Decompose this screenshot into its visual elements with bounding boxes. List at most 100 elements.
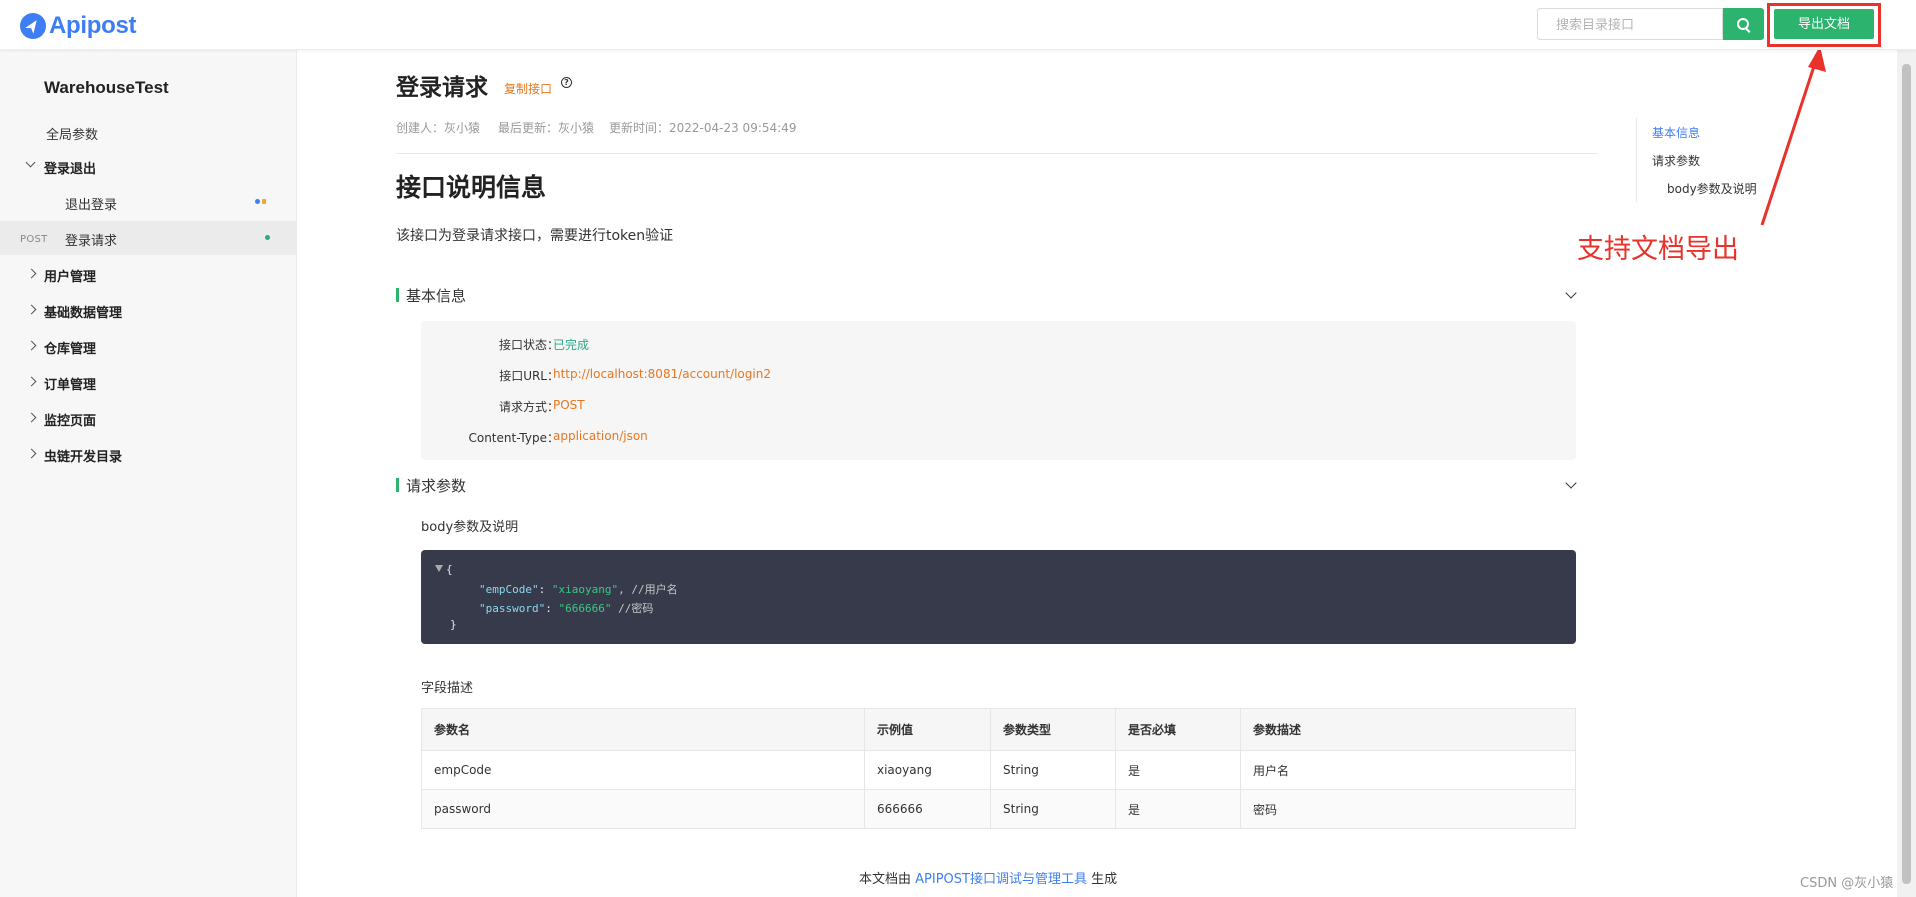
- status-dot-icon: [265, 235, 270, 240]
- chevron-right-icon: [26, 448, 37, 459]
- basic-info-panel: 接口状态： 已完成 接口URL： http://localhost:8081/a…: [421, 321, 1576, 460]
- sidebar-item-label: 用户管理: [44, 270, 97, 285]
- info-value: application/json: [553, 429, 648, 443]
- help-icon[interactable]: ?: [561, 77, 572, 88]
- table-cell: xiaoyang: [864, 750, 991, 790]
- fields-title: 字段描述: [421, 681, 474, 696]
- search-input[interactable]: [1537, 8, 1723, 40]
- method-badge: POST: [20, 234, 48, 245]
- sidebar-item-label: 登录退出: [44, 162, 97, 177]
- scrollbar-thumb[interactable]: [1902, 64, 1911, 884]
- apipost-link[interactable]: APIPOST接口调试与管理工具: [915, 872, 1087, 887]
- table-row: empCode xiaoyang String 是 用户名: [421, 750, 1576, 790]
- code-open-brace: {: [446, 563, 453, 576]
- rocket-icon: [20, 13, 46, 39]
- chevron-down-icon: [25, 157, 36, 168]
- sidebar-folder-login-logout[interactable]: 登录退出: [0, 149, 296, 183]
- sidebar-item-login-request[interactable]: POST 登录请求: [0, 221, 296, 255]
- sidebar-folder-warehouse[interactable]: 仓库管理: [0, 329, 296, 363]
- sidebar-item-label: 全局参数: [46, 128, 99, 143]
- column-header: 参数类型: [990, 708, 1116, 751]
- api-description: 该接口为登录请求接口，需要进行token验证: [396, 228, 674, 244]
- table-cell: empCode: [421, 750, 865, 790]
- column-header: 示例值: [864, 708, 991, 751]
- table-row: password 666666 String 是 密码: [421, 789, 1576, 829]
- updater-text: 最后更新：灰小猿: [498, 121, 595, 135]
- footer-prefix: 本文档由: [859, 872, 912, 887]
- sidebar-folder-basic-data[interactable]: 基础数据管理: [0, 293, 296, 327]
- code-line: "password": "666666" //密码: [479, 602, 654, 615]
- export-doc-button[interactable]: 导出文档: [1774, 9, 1874, 39]
- divider: [396, 153, 1598, 154]
- sidebar-item-label: 仓库管理: [44, 342, 97, 357]
- sidebar-item-global-params[interactable]: 全局参数: [0, 115, 296, 149]
- info-key: 接口URL：: [499, 369, 559, 383]
- basic-info-heading[interactable]: 基本信息: [396, 285, 466, 306]
- footer: 本文档由 APIPOST接口调试与管理工具 生成: [859, 868, 1117, 887]
- column-header: 是否必填: [1115, 708, 1241, 751]
- collapse-triangle-icon[interactable]: [435, 565, 443, 572]
- annotation-text: 支持文档导出: [1577, 234, 1739, 265]
- body-params-title: body参数及说明: [421, 520, 519, 535]
- code-line: "empCode": "xiaoyang", //用户名: [479, 583, 678, 596]
- updated-time-text: 更新时间：2022-04-23 09:54:49: [609, 121, 797, 135]
- request-params-heading[interactable]: 请求参数: [396, 475, 466, 496]
- sidebar-item-label: 订单管理: [44, 378, 97, 393]
- sidebar-item-logout[interactable]: 退出登录: [0, 185, 296, 219]
- info-key: 接口状态：: [498, 338, 559, 352]
- code-close-brace: }: [450, 618, 457, 631]
- chevron-down-icon[interactable]: [1565, 287, 1577, 299]
- footer-suffix: 生成: [1091, 872, 1118, 887]
- chevron-down-icon[interactable]: [1565, 477, 1577, 489]
- table-cell: 用户名: [1240, 750, 1576, 790]
- toc-item-body-params[interactable]: body参数及说明: [1667, 180, 1757, 197]
- project-title: WarehouseTest: [44, 78, 169, 97]
- chevron-right-icon: [26, 412, 37, 423]
- section-title: 接口说明信息: [396, 173, 547, 202]
- annotation-arrow-icon: [1760, 46, 1826, 226]
- table-cell: String: [990, 789, 1116, 829]
- sidebar: WarehouseTest 全局参数 登录退出 退出登录 POST 登录请求 用…: [0, 50, 297, 897]
- info-value: POST: [553, 398, 585, 412]
- sidebar-folder-dev[interactable]: 虫链开发目录: [0, 437, 296, 471]
- logo-text: Apipost: [49, 12, 137, 39]
- sidebar-item-label: 登录请求: [65, 234, 118, 249]
- watermark: CSDN @灰小猿: [1800, 876, 1894, 891]
- page-title: 登录请求: [396, 75, 488, 101]
- table-header-row: 参数名 示例值 参数类型 是否必填 参数描述: [421, 708, 1576, 751]
- table-cell: 密码: [1240, 789, 1576, 829]
- sidebar-item-label: 虫链开发目录: [44, 450, 123, 465]
- sidebar-item-label: 基础数据管理: [44, 306, 123, 321]
- info-value: 已完成: [553, 338, 590, 352]
- fields-table: 参数名 示例值 参数类型 是否必填 参数描述 empCode xiaoyang …: [421, 708, 1576, 829]
- apipost-logo[interactable]: Apipost: [20, 12, 137, 40]
- sidebar-folder-monitor[interactable]: 监控页面: [0, 401, 296, 435]
- table-cell: 是: [1115, 789, 1241, 829]
- table-cell: 666666: [864, 789, 991, 829]
- column-header: 参数描述: [1240, 708, 1576, 751]
- search-button[interactable]: [1723, 8, 1764, 40]
- lightning-icon: [262, 199, 266, 204]
- sidebar-item-label: 监控页面: [44, 414, 97, 429]
- top-header: Apipost 导出文档: [0, 0, 1916, 50]
- table-cell: String: [990, 750, 1116, 790]
- column-header: 参数名: [421, 708, 865, 751]
- sidebar-folder-user-mgmt[interactable]: 用户管理: [0, 257, 296, 291]
- chevron-right-icon: [26, 340, 37, 351]
- copy-api-link[interactable]: 复制接口: [504, 80, 552, 97]
- info-value[interactable]: http://localhost:8081/account/login2: [553, 367, 771, 381]
- table-cell: password: [421, 789, 865, 829]
- toc-item-basic-info[interactable]: 基本信息: [1652, 124, 1700, 141]
- sidebar-item-label: 退出登录: [65, 198, 118, 213]
- sidebar-folder-orders[interactable]: 订单管理: [0, 365, 296, 399]
- chevron-right-icon: [26, 304, 37, 315]
- info-key: Content-Type：: [468, 431, 559, 445]
- status-dot-icon: [255, 199, 260, 204]
- chevron-right-icon: [26, 376, 37, 387]
- chevron-right-icon: [26, 268, 37, 279]
- table-cell: 是: [1115, 750, 1241, 790]
- info-key: 请求方式：: [498, 400, 559, 414]
- json-code-block: { "empCode": "xiaoyang", //用户名 "password…: [421, 550, 1576, 644]
- creator-text: 创建人：灰小猿: [396, 121, 481, 135]
- toc-item-request-params[interactable]: 请求参数: [1652, 152, 1700, 169]
